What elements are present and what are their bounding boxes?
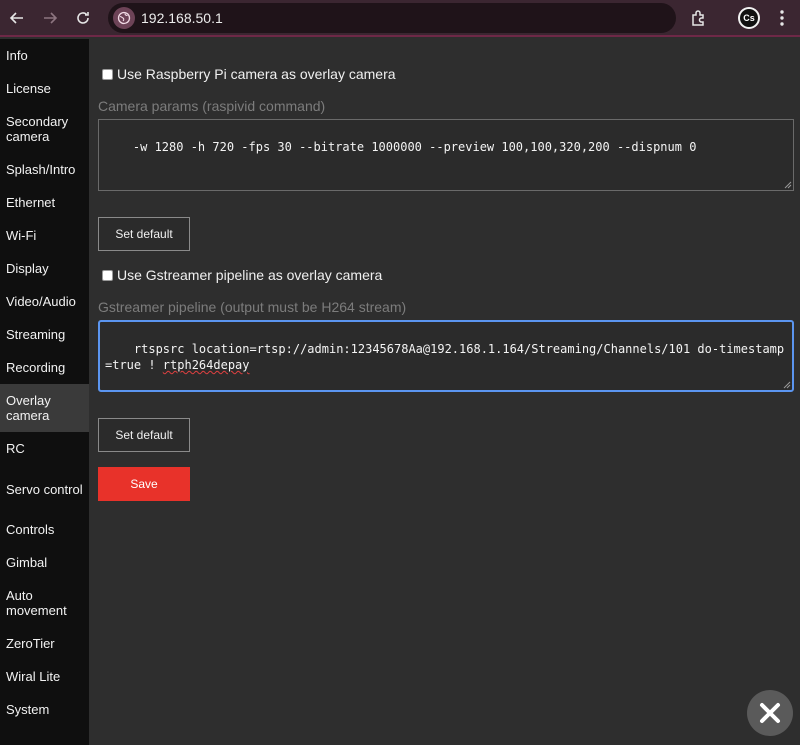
sidebar-item-label: ZeroTier <box>6 636 55 651</box>
camera-params-value: -w 1280 -h 720 -fps 30 --bitrate 1000000… <box>132 140 697 154</box>
rpi-camera-checkbox[interactable] <box>102 68 113 80</box>
main-content: Use Raspberry Pi camera as overlay camer… <box>89 39 800 745</box>
kebab-menu-icon <box>780 10 784 26</box>
sidebar-item-auto-movement[interactable]: Auto movement <box>0 579 89 627</box>
reload-icon <box>77 12 89 24</box>
site-info-icon <box>117 11 131 25</box>
sidebar-item-label: Servo control <box>6 481 83 497</box>
url-text[interactable]: 192.168.50.1 <box>141 10 223 26</box>
sidebar-item-recording[interactable]: Recording <box>0 351 89 384</box>
sidebar-item-label: Video/Audio <box>6 294 76 309</box>
set-default-button-gstreamer[interactable]: Set default <box>98 418 190 452</box>
sidebar-item-label: Wi-Fi <box>6 228 37 243</box>
resize-grip-icon[interactable] <box>783 381 791 389</box>
arrow-left-icon <box>9 12 23 24</box>
sidebar-item-streaming[interactable]: Streaming <box>0 318 89 351</box>
close-button[interactable] <box>747 690 793 736</box>
address-bar[interactable]: 192.168.50.1 <box>108 3 676 33</box>
extensions-icon <box>692 10 704 26</box>
sidebar-item-label: Recording <box>6 360 66 375</box>
sidebar-item-label: Ethernet <box>6 195 56 210</box>
sidebar-item-controls[interactable]: Controls <box>0 513 89 546</box>
sidebar-item-secondary-camera[interactable]: Secondary camera <box>0 105 89 153</box>
sidebar-item-label: RC <box>6 441 25 456</box>
reload-button[interactable] <box>72 7 94 29</box>
sidebar-item-label: System <box>6 702 50 717</box>
sidebar-item-system[interactable]: System <box>0 693 89 726</box>
browser-toolbar: 192.168.50.1 Cs <box>0 0 800 37</box>
camera-params-label: Camera params (raspivid command) <box>98 98 326 114</box>
rpi-camera-option[interactable]: Use Raspberry Pi camera as overlay camer… <box>102 66 396 82</box>
close-icon <box>760 703 780 723</box>
sidebar-item-overlay-camera[interactable]: Overlay camera <box>0 384 89 432</box>
sidebar-item-label: Overlay camera <box>6 393 51 423</box>
sidebar-item-video-audio[interactable]: Video/Audio <box>0 285 89 318</box>
sidebar-item-label: Controls <box>6 522 55 537</box>
sidebar-item-license[interactable]: License <box>0 72 89 105</box>
sidebar-item-wifi[interactable]: Wi-Fi <box>0 219 89 252</box>
extensions-button[interactable] <box>688 7 710 29</box>
profile-avatar[interactable]: Cs <box>738 7 760 29</box>
sidebar-item-servo-control[interactable]: Servo control <box>0 465 89 513</box>
back-button[interactable] <box>6 7 28 29</box>
save-button[interactable]: Save <box>98 467 190 501</box>
resize-grip-icon[interactable] <box>784 181 792 189</box>
gstreamer-checkbox-label: Use Gstreamer pipeline as overlay camera <box>117 267 383 283</box>
sidebar-item-label: Gimbal <box>6 555 48 570</box>
rpi-camera-checkbox-label: Use Raspberry Pi camera as overlay camer… <box>117 66 396 82</box>
profile-initials: Cs <box>740 9 758 27</box>
browser-menu-button[interactable] <box>772 7 792 29</box>
sidebar-item-rc[interactable]: RC <box>0 432 89 465</box>
sidebar-item-info[interactable]: Info <box>0 39 89 72</box>
forward-button[interactable] <box>39 7 61 29</box>
sidebar-item-gimbal[interactable]: Gimbal <box>0 546 89 579</box>
sidebar-item-label: License <box>6 81 51 96</box>
sidebar-item-label: Auto movement <box>6 588 67 618</box>
sidebar-nav: Info License Secondary camera Splash/Int… <box>0 39 89 745</box>
sidebar-item-label: Secondary camera <box>6 114 69 144</box>
sidebar-item-label: Splash/Intro <box>6 162 76 177</box>
gstreamer-pipeline-label: Gstreamer pipeline (output must be H264 … <box>98 299 407 315</box>
sidebar-item-display[interactable]: Display <box>0 252 89 285</box>
sidebar-item-splash-intro[interactable]: Splash/Intro <box>0 153 89 186</box>
sidebar-item-wiral-lite[interactable]: Wiral Lite <box>0 660 89 693</box>
gstreamer-pipeline-textarea[interactable]: rtspsrc location=rtsp://admin:12345678Aa… <box>98 320 794 392</box>
sidebar-item-ethernet[interactable]: Ethernet <box>0 186 89 219</box>
gstreamer-checkbox[interactable] <box>102 269 113 281</box>
camera-params-textarea[interactable]: -w 1280 -h 720 -fps 30 --bitrate 1000000… <box>98 119 794 191</box>
sidebar-item-zerotier[interactable]: ZeroTier <box>0 627 89 660</box>
arrow-right-icon <box>44 12 58 24</box>
site-info-button[interactable] <box>113 7 135 29</box>
gstreamer-option[interactable]: Use Gstreamer pipeline as overlay camera <box>102 267 382 283</box>
sidebar-item-label: Display <box>6 261 49 276</box>
set-default-button-camera-params[interactable]: Set default <box>98 217 190 251</box>
sidebar-item-label: Streaming <box>6 327 66 342</box>
sidebar-item-label: Wiral Lite <box>6 669 61 684</box>
sidebar-item-label: Info <box>6 48 28 63</box>
gstreamer-pipeline-value-misspelled: rtph264depay <box>162 358 250 372</box>
